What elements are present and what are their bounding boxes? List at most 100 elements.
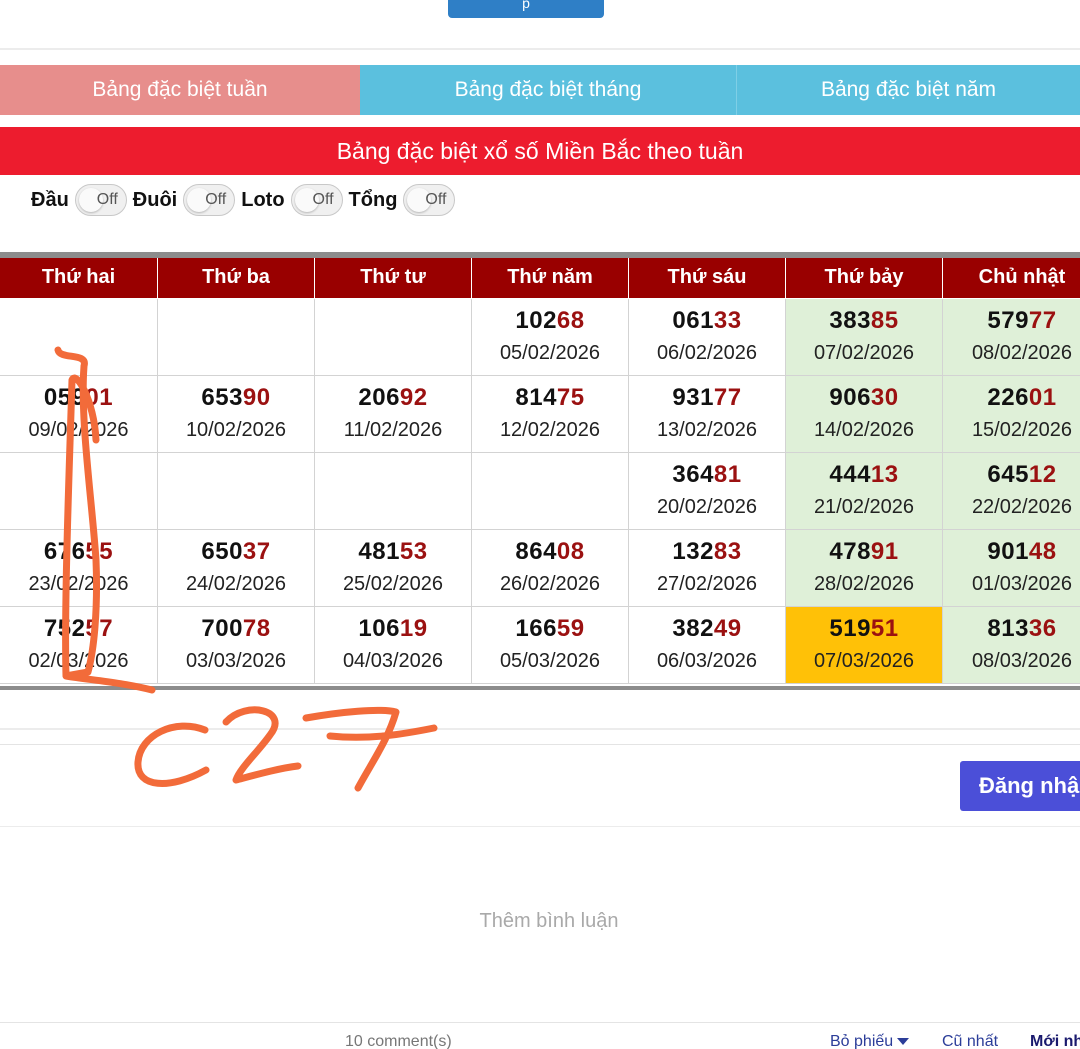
annotation-c-stroke (134, 722, 210, 787)
result-cell: 05901 09/02/2026 (0, 374, 158, 453)
result-cell: 90630 14/02/2026 (785, 374, 943, 453)
result-cell: 81475 12/02/2026 (471, 374, 629, 453)
special-prize-number: 67655 (0, 537, 157, 567)
result-cell: 10619 04/03/2026 (314, 605, 472, 684)
period-tabs: Bảng đặc biệt tuần Bảng đặc biệt tháng B… (0, 65, 1080, 115)
number-head: 481 (358, 537, 400, 565)
draw-date: 28/02/2026 (813, 572, 915, 595)
result-cell: 75257 02/03/2026 (0, 605, 158, 684)
number-tail: 48 (1028, 537, 1057, 565)
result-cell (314, 297, 472, 376)
special-prize-number: 10619 (315, 614, 471, 644)
special-prize-number: 47891 (786, 537, 942, 567)
result-cell: 64512 22/02/2026 (942, 451, 1080, 530)
draw-date: 01/03/2026 (971, 572, 1073, 595)
number-head: 700 (201, 614, 243, 642)
number-head: 645 (987, 460, 1029, 488)
tab-weekly[interactable]: Bảng đặc biệt tuần (0, 65, 360, 115)
toggle-dau-switch[interactable]: Off (74, 184, 127, 216)
draw-date: 23/02/2026 (28, 572, 129, 595)
special-prize-number: 22601 (943, 383, 1080, 413)
toggle-tong-switch[interactable]: Off (403, 184, 456, 216)
draw-date: 08/02/2026 (971, 341, 1073, 364)
result-cell: 57977 08/02/2026 (942, 297, 1080, 376)
result-cell: 13283 27/02/2026 (628, 528, 786, 607)
sort-oldest[interactable]: Cũ nhất (942, 1033, 998, 1049)
tab-yearly[interactable]: Bảng đặc biệt năm (737, 65, 1080, 115)
divider (0, 744, 1080, 745)
toggle-label-tong: Tổng (348, 188, 398, 211)
result-cell: 38249 06/03/2026 (628, 605, 786, 684)
result-cell: 44413 21/02/2026 (785, 451, 943, 530)
column-header: Thứ ba (157, 258, 315, 299)
top-action-button[interactable]: p (448, 0, 604, 18)
special-prize-number: 86408 (472, 537, 628, 567)
special-prize-number: 90630 (786, 383, 942, 413)
draw-date: 05/02/2026 (499, 341, 601, 364)
special-prize-number: 36481 (629, 460, 785, 490)
draw-date: 14/02/2026 (813, 418, 915, 441)
number-head: 579 (987, 306, 1029, 334)
number-head: 106 (358, 614, 400, 642)
number-head: 478 (829, 537, 871, 565)
special-prize-number: 16659 (472, 614, 628, 644)
draw-date: 27/02/2026 (656, 572, 758, 595)
number-head: 650 (201, 537, 243, 565)
result-cell: 10268 05/02/2026 (471, 297, 629, 376)
toggle-label-duoi: Đuôi (132, 188, 178, 211)
table-row: 10268 05/02/2026 06133 06/02/2026 38385 07/02… (0, 297, 1080, 376)
sort-by-votes[interactable]: Bỏ phiếu (830, 1033, 910, 1049)
number-head: 814 (515, 383, 557, 411)
number-head: 519 (829, 614, 871, 642)
login-button[interactable]: Đăng nhập (960, 761, 1080, 811)
special-prize-number: 48153 (315, 537, 471, 567)
number-head: 102 (515, 306, 557, 334)
special-prize-number: 51951 (786, 614, 942, 644)
draw-date: 21/02/2026 (813, 495, 915, 518)
add-comment-input[interactable]: Thêm bình luận (0, 910, 1080, 933)
divider (0, 48, 1080, 50)
special-prize-number: 81336 (943, 614, 1080, 644)
number-head: 752 (43, 614, 86, 642)
result-cell: 81336 08/03/2026 (942, 605, 1080, 684)
draw-date: 08/03/2026 (971, 649, 1073, 672)
toggle-duoi-switch[interactable]: Off (183, 184, 236, 216)
draw-date: 06/02/2026 (656, 341, 758, 364)
sort-newest[interactable]: Mới nhất (1030, 1033, 1080, 1049)
number-tail: 53 (399, 537, 428, 565)
draw-date: 24/02/2026 (185, 572, 287, 595)
number-tail: 68 (556, 306, 585, 334)
top-action-label: p (522, 0, 530, 11)
special-prize-number: 06133 (629, 306, 785, 336)
number-tail: 37 (242, 537, 271, 565)
result-cell (157, 451, 315, 530)
special-prize-number: 90148 (943, 537, 1080, 567)
caret-down-icon (897, 1038, 910, 1046)
draw-date: 03/03/2026 (185, 649, 287, 672)
draw-date: 15/02/2026 (971, 418, 1073, 441)
result-cell: 93177 13/02/2026 (628, 374, 786, 453)
number-tail: 49 (713, 614, 742, 642)
number-tail: 12 (1028, 460, 1057, 488)
toggle-loto-switch[interactable]: Off (290, 184, 343, 216)
toggle-duoi-state: Off (205, 191, 227, 208)
table-row: 05901 09/02/2026 65390 10/02/2026 20692 11/02… (0, 374, 1080, 453)
draw-date: 05/03/2026 (499, 649, 601, 672)
number-tail: 90 (242, 383, 271, 411)
number-head: 864 (515, 537, 557, 565)
comment-count: 10 comment(s) (345, 1033, 452, 1049)
result-cell: 36481 20/02/2026 (628, 451, 786, 530)
special-prize-number: 75257 (0, 614, 157, 644)
divider (0, 1022, 1080, 1023)
toggle-tong-state: Off (425, 191, 447, 208)
table-body: 10268 05/02/2026 06133 06/02/2026 38385 07/02… (0, 297, 1080, 684)
draw-date: 12/02/2026 (499, 418, 601, 441)
table-bottom-rule (0, 686, 1080, 690)
annotation-7-stroke (302, 706, 438, 792)
number-head: 906 (829, 383, 871, 411)
number-tail: 01 (1028, 383, 1057, 411)
number-tail: 78 (242, 614, 271, 642)
special-prize-number: 93177 (629, 383, 785, 413)
special-prize-number: 20692 (315, 383, 471, 413)
tab-monthly[interactable]: Bảng đặc biệt tháng (360, 65, 737, 115)
